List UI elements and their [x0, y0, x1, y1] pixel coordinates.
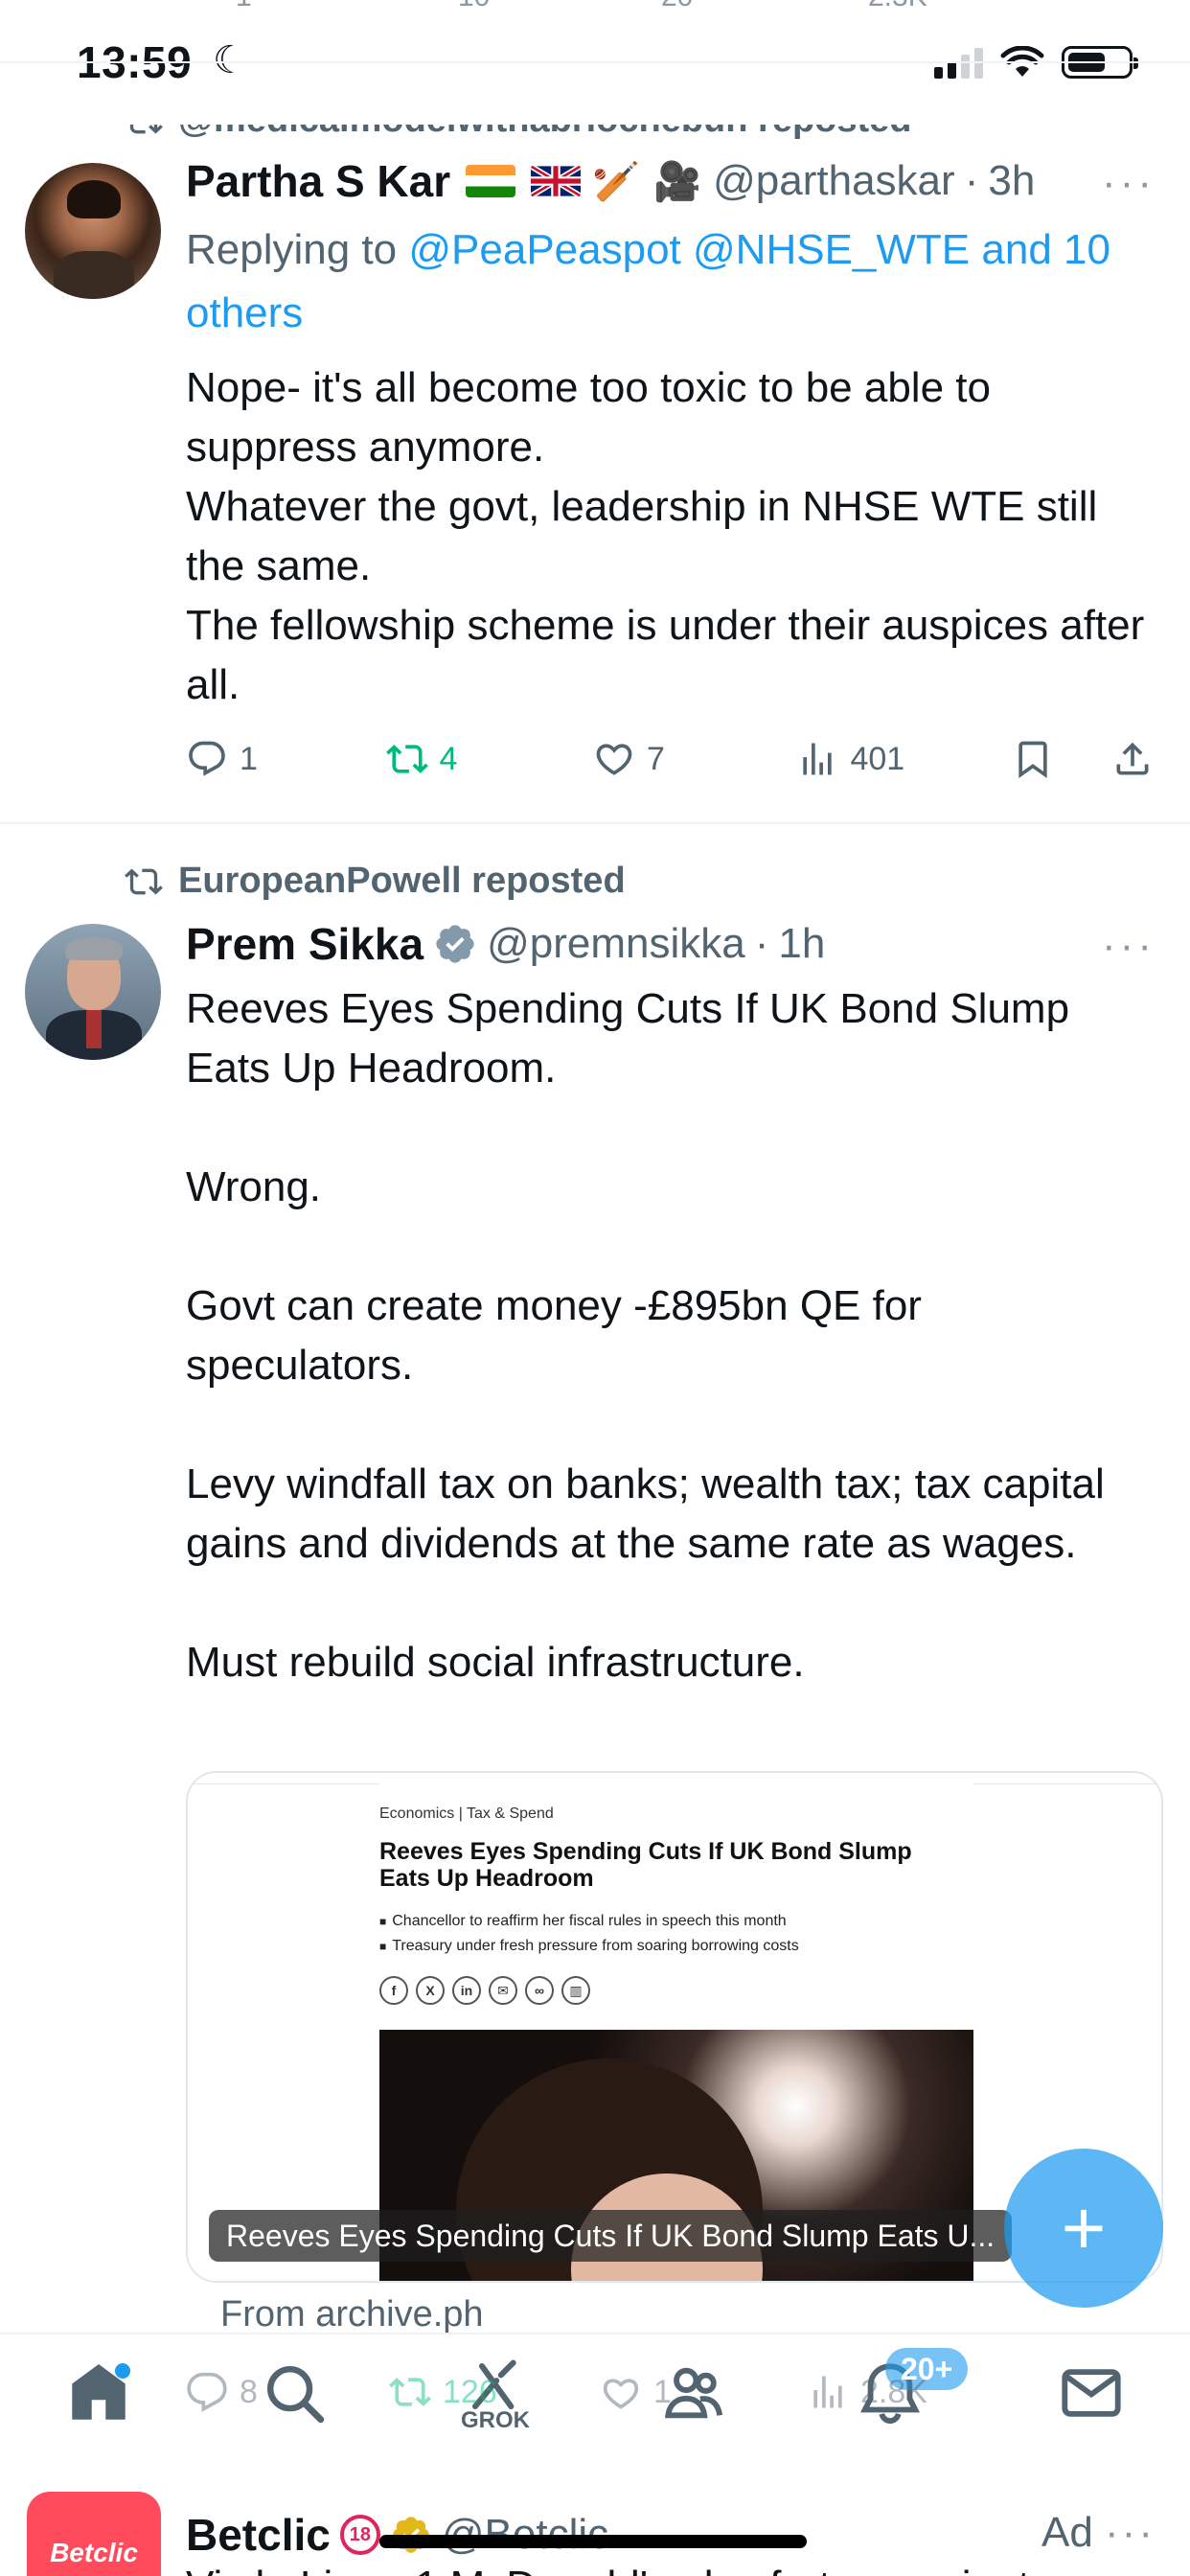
views-chart-icon — [813, 2376, 842, 2408]
reply-button[interactable]: 1 — [186, 738, 386, 780]
repost-count: 4 — [439, 740, 458, 777]
previous-replies-count: 1 — [236, 0, 252, 13]
age-18-icon: 18 — [339, 2515, 380, 2555]
india-flag-icon — [466, 165, 516, 197]
gift-icon: ▥ — [561, 1976, 590, 2005]
heart-icon — [596, 744, 632, 775]
like-count: 7 — [646, 740, 665, 777]
ad-avatar[interactable]: Betclic — [27, 2492, 161, 2576]
separator-dot: · — [754, 920, 769, 967]
card-caption: Reeves Eyes Spending Cuts If UK Bond Slu… — [209, 2210, 1013, 2262]
cricket-icon: 🏏 — [592, 160, 641, 203]
ad-label: Ad ··· — [1041, 2509, 1156, 2557]
uk-flag-icon — [531, 165, 582, 197]
article-bullet: Treasury under fresh pressure from soari… — [379, 1934, 798, 1959]
ad-author-name[interactable]: Betclic — [186, 2509, 331, 2561]
like-count: 1 — [653, 2373, 672, 2410]
link-icon: ∞ — [525, 1976, 554, 2005]
previous-views-count: 2.3K — [868, 0, 927, 13]
previous-tweet-actions: 1 10 20 2.3K — [0, 0, 1190, 19]
bookmark-button[interactable] — [1012, 738, 1111, 780]
email-icon: ✉ — [489, 1976, 517, 2005]
repost-count: 126 — [443, 2373, 497, 2410]
share-icon — [1116, 742, 1149, 775]
facebook-icon: f — [379, 1976, 408, 2005]
views-button[interactable]: 401 — [796, 738, 1011, 780]
repost-button[interactable]: 126 — [389, 2371, 600, 2413]
views-chart-icon — [803, 743, 833, 775]
reply-prefix: Replying to — [186, 226, 398, 273]
home-unread-dot — [115, 2363, 130, 2379]
tweet-header: Prem Sikka @premnsikka · 1h — [186, 918, 825, 970]
separator-dot: · — [964, 157, 979, 204]
card-source[interactable]: From archive.ph — [220, 2294, 484, 2335]
author-name[interactable]: Prem Sikka — [186, 918, 423, 970]
focus-moon-icon: ☾ — [213, 39, 247, 81]
repost-icon — [125, 867, 163, 895]
tweet-text: Reeves Eyes Spending Cuts If UK Bond Slu… — [186, 985, 1105, 1686]
author-handle[interactable]: @premnsikka — [487, 920, 745, 968]
plus-icon: + — [1061, 2185, 1107, 2270]
movie-camera-icon: 🎥 — [653, 160, 702, 203]
previous-reposts-count: 10 — [458, 0, 490, 13]
repost-icon — [389, 2378, 431, 2406]
article-headline: Reeves Eyes Spending Cuts If UK Bond Slu… — [379, 1838, 912, 1892]
reply-count: 8 — [240, 2373, 258, 2410]
avatar[interactable] — [25, 163, 161, 299]
article-kicker: Economics | Tax & Spend — [379, 1806, 554, 1822]
article-bullets: Chancellor to reaffirm her fiscal rules … — [379, 1909, 799, 1959]
tweet-header: Partha S Kar 🏏 🎥 @parthaskar · 3h — [186, 155, 1035, 207]
views-count: 401 — [850, 740, 905, 777]
share-button[interactable] — [1111, 738, 1154, 780]
ad-text: Vis la Ligue 1 McDonald's plus fort en p… — [186, 2563, 1030, 2576]
repost-context: EuropeanPowell reposted — [125, 861, 626, 902]
more-options-icon[interactable]: ··· — [1102, 922, 1156, 970]
reply-icon — [189, 741, 225, 776]
tweet-time[interactable]: 1h — [778, 920, 825, 968]
repost-label[interactable]: EuropeanPowell reposted — [178, 861, 626, 902]
author-handle[interactable]: @parthaskar — [713, 157, 955, 205]
author-name[interactable]: Partha S Kar — [186, 155, 450, 207]
promoted-tweet[interactable]: Betclic Betclic 18 @Betclic Ad ··· Vis l… — [0, 2459, 1190, 2576]
compose-button[interactable]: + — [1004, 2149, 1163, 2308]
heart-icon — [603, 2379, 639, 2409]
avatar[interactable] — [25, 924, 161, 1060]
previous-likes-count: 20 — [661, 0, 693, 13]
more-options-icon[interactable]: ··· — [1105, 2509, 1156, 2556]
tweet-text: Nope- it's all become too toxic to be ab… — [186, 364, 1145, 708]
x-icon: X — [416, 1976, 445, 2005]
tweet-divider — [0, 822, 1190, 824]
divider — [0, 61, 1190, 63]
reply-button[interactable]: 8 — [186, 2371, 389, 2413]
article-preview-image: Economics | Tax & Spend Reeves Eyes Spen… — [379, 1773, 973, 2281]
like-button[interactable]: 7 — [593, 738, 796, 780]
views-button[interactable]: 2.8K — [807, 2371, 1025, 2413]
reply-count: 1 — [240, 740, 258, 777]
repost-icon — [385, 745, 428, 773]
article-share-icons: f X in ✉ ∞ ▥ — [379, 1976, 590, 2005]
ad-tag-text: Ad — [1041, 2509, 1093, 2556]
like-button[interactable]: 1 — [600, 2371, 807, 2413]
tweet-time[interactable]: 3h — [988, 157, 1035, 205]
linkedin-icon: in — [452, 1976, 481, 2005]
article-bullet: Chancellor to reaffirm her fiscal rules … — [379, 1909, 799, 1934]
reply-icon — [187, 2372, 227, 2412]
home-indicator[interactable] — [379, 2535, 807, 2548]
repost-button[interactable]: 4 — [385, 738, 593, 780]
more-options-icon[interactable]: ··· — [1102, 159, 1156, 207]
tweet-actions: 8 126 1 2.8K — [186, 2363, 1154, 2421]
verified-badge-icon — [436, 925, 474, 963]
views-count: 2.8K — [860, 2373, 927, 2410]
reply-context: Replying to @PeaPeaspot @NHSE_WTE and 10… — [186, 218, 1154, 345]
tweet-actions: 1 4 7 401 — [186, 730, 1154, 788]
bookmark-icon — [1018, 741, 1047, 779]
